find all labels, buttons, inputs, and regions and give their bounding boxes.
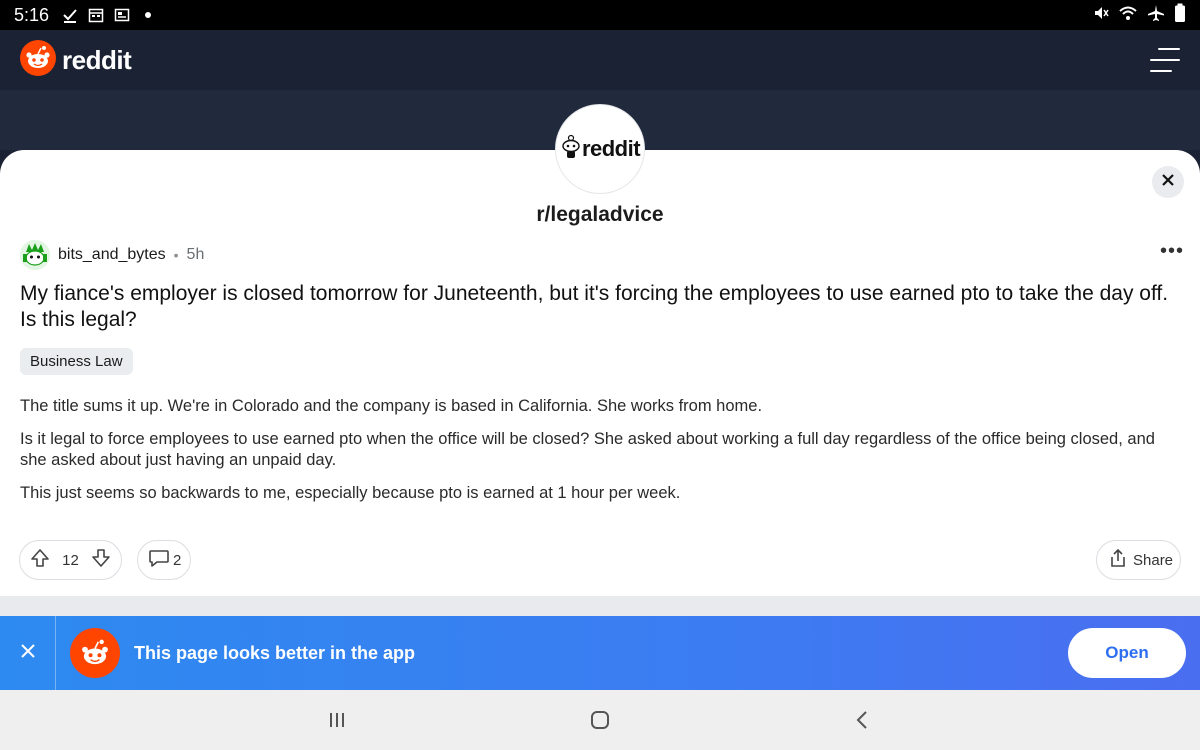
more-options-button[interactable]: •••: [1160, 240, 1184, 263]
banner-snoo-icon: [70, 628, 120, 678]
sheet-bottom-divider: [0, 596, 1200, 616]
subreddit-avatar-text: reddit: [581, 136, 641, 161]
hamburger-menu-icon[interactable]: [1150, 48, 1180, 72]
share-label: Share: [1133, 551, 1174, 569]
status-time: 5:16: [14, 4, 50, 25]
comment-count: 2: [173, 551, 182, 569]
open-in-app-banner: This page looks better in the app Open: [0, 616, 1200, 690]
mute-icon: [1092, 4, 1110, 27]
back-icon[interactable]: [848, 708, 876, 732]
vote-control: 12: [19, 540, 122, 580]
home-icon[interactable]: [586, 708, 614, 732]
post-body-paragraph: This just seems so backwards to me, espe…: [20, 484, 681, 502]
post-age: 5h: [186, 246, 205, 263]
post-header: bits_and_bytes • 5h: [20, 240, 204, 270]
close-button[interactable]: [1152, 166, 1184, 198]
upvote-icon[interactable]: [30, 548, 50, 573]
subreddit-avatar[interactable]: reddit: [555, 104, 645, 194]
snoo-logo-icon: [20, 39, 56, 81]
calendar-icon: [85, 6, 107, 24]
status-right: [1092, 3, 1186, 28]
comment-icon: [148, 548, 170, 573]
logo-text: reddit: [62, 44, 132, 75]
user-avatar[interactable]: [20, 240, 50, 270]
banner-text: This page looks better in the app: [134, 642, 416, 663]
subreddit-name[interactable]: r/legaladvice: [0, 203, 1200, 227]
post-title: My fiance's employer is closed tomorrow …: [20, 282, 1169, 331]
airplane-icon: [1146, 4, 1166, 27]
comments-button[interactable]: 2: [137, 540, 191, 580]
mini-snoo-icon: [560, 134, 582, 165]
close-icon: [1161, 173, 1175, 192]
reddit-logo[interactable]: reddit: [20, 39, 132, 81]
screenshot-icon: [111, 6, 133, 24]
meta-separator: •: [173, 247, 179, 263]
post-author[interactable]: bits_and_bytes: [58, 246, 166, 264]
vote-count: 12: [62, 551, 79, 569]
downvote-icon[interactable]: [91, 548, 111, 573]
system-nav-bar: [0, 690, 1200, 750]
status-bar: 5:16: [0, 0, 1200, 30]
close-icon: [20, 643, 36, 664]
top-nav: reddit: [0, 30, 1200, 90]
share-icon: [1109, 548, 1127, 573]
wifi-icon: [1118, 4, 1138, 27]
checkmark-icon: [59, 6, 81, 24]
share-button[interactable]: Share: [1096, 540, 1181, 580]
post-flair[interactable]: Business Law: [20, 348, 133, 375]
open-app-button[interactable]: Open: [1068, 628, 1186, 678]
post-body-paragraph: The title sums it up. We're in Colorado …: [20, 397, 763, 415]
recent-apps-icon[interactable]: [323, 708, 351, 732]
notification-dot-icon: [137, 6, 159, 24]
post-body-paragraph: Is it legal to force employees to use ea…: [20, 430, 1155, 469]
post-body: The title sums it up. We're in Colorado …: [20, 396, 1180, 516]
battery-icon: [1174, 3, 1186, 28]
banner-close-button[interactable]: [0, 616, 56, 690]
